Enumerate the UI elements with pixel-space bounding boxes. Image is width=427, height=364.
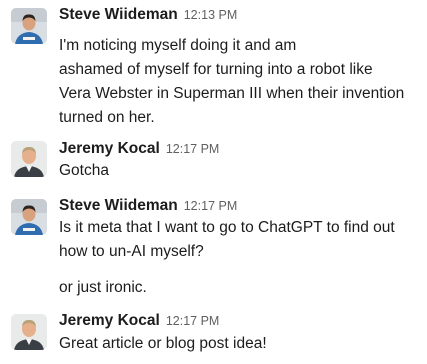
message-header: Jeremy Kocal 12:17 PM [59,312,219,330]
message-header: Jeremy Kocal 12:17 PM [59,140,219,158]
message-text: Great article or blog post idea! [59,335,267,352]
message-text: or just ironic. [59,279,147,296]
author-name[interactable]: Steve Wiideman [59,6,178,23]
timestamp[interactable]: 12:17 PM [184,199,238,213]
author-name[interactable]: Jeremy Kocal [59,312,160,329]
message-text: Vera Webster in Superman III when their … [59,85,405,102]
avatar-steve-wiideman[interactable] [11,199,47,235]
author-name[interactable]: Steve Wiideman [59,197,178,214]
message-header: Steve Wiideman 12:17 PM [59,197,237,215]
timestamp[interactable]: 12:13 PM [184,8,238,22]
message-text: Is it meta that I want to go to ChatGPT … [59,219,395,236]
avatar-steve-wiideman[interactable] [11,8,47,44]
avatar-jeremy-kocal[interactable] [11,314,47,350]
message-text: turned on her. [59,109,155,126]
avatar-jeremy-kocal[interactable] [11,141,47,177]
message-header: Steve Wiideman 12:13 PM [59,6,237,24]
message-text: how to un-AI myself? [59,243,204,260]
timestamp[interactable]: 12:17 PM [166,142,220,156]
author-name[interactable]: Jeremy Kocal [59,140,160,157]
message-text: ashamed of myself for turning into a rob… [59,61,373,78]
message-text: I'm noticing myself doing it and am [59,37,297,54]
message-text: Gotcha [59,162,109,179]
timestamp[interactable]: 12:17 PM [166,314,220,328]
